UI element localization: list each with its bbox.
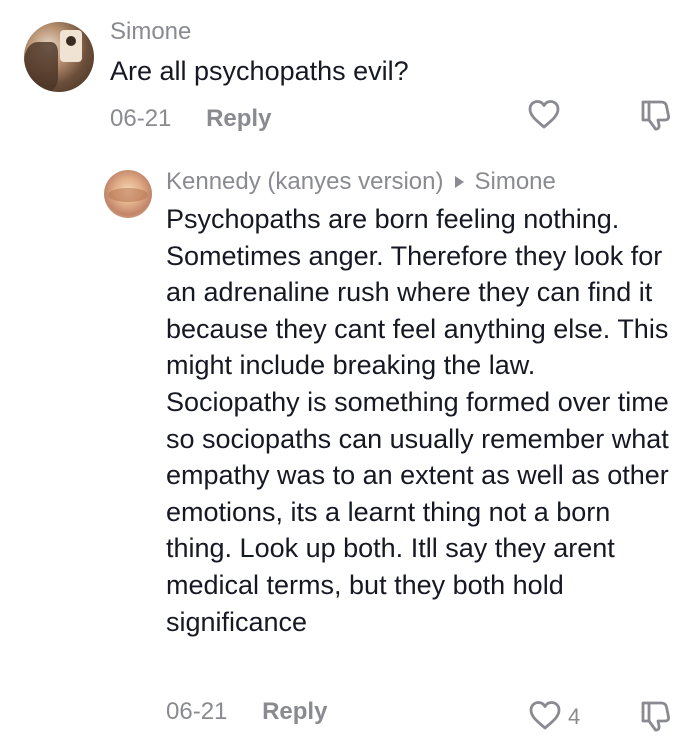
heart-outline-icon[interactable]: [527, 98, 561, 132]
comment-date: 06-21: [166, 698, 228, 725]
comment-meta: 06-21 Reply: [166, 698, 327, 726]
avatar[interactable]: [104, 170, 152, 218]
heart-outline-icon[interactable]: [528, 699, 562, 733]
reply-arrow-icon: [455, 175, 465, 188]
comment-username[interactable]: Simone: [110, 18, 191, 46]
avatar[interactable]: [24, 22, 94, 92]
comment-date: 06-21: [110, 105, 172, 132]
reply-button[interactable]: Reply: [262, 698, 327, 725]
comment-username-line: Kennedy (kanyes version) Simone: [166, 168, 556, 196]
comment-text: Are all psychopaths evil?: [110, 56, 409, 86]
thumbs-down-icon[interactable]: [639, 98, 671, 132]
comment-text: Psychopaths are born feeling nothing. So…: [166, 204, 669, 637]
comment-meta: 06-21 Reply: [110, 105, 271, 133]
comment-username[interactable]: Kennedy (kanyes version): [166, 168, 443, 195]
like-count: 4: [568, 704, 581, 729]
thumbs-down-icon[interactable]: [639, 699, 671, 733]
reply-to-username[interactable]: Simone: [474, 168, 555, 195]
reply-button[interactable]: Reply: [206, 105, 271, 132]
